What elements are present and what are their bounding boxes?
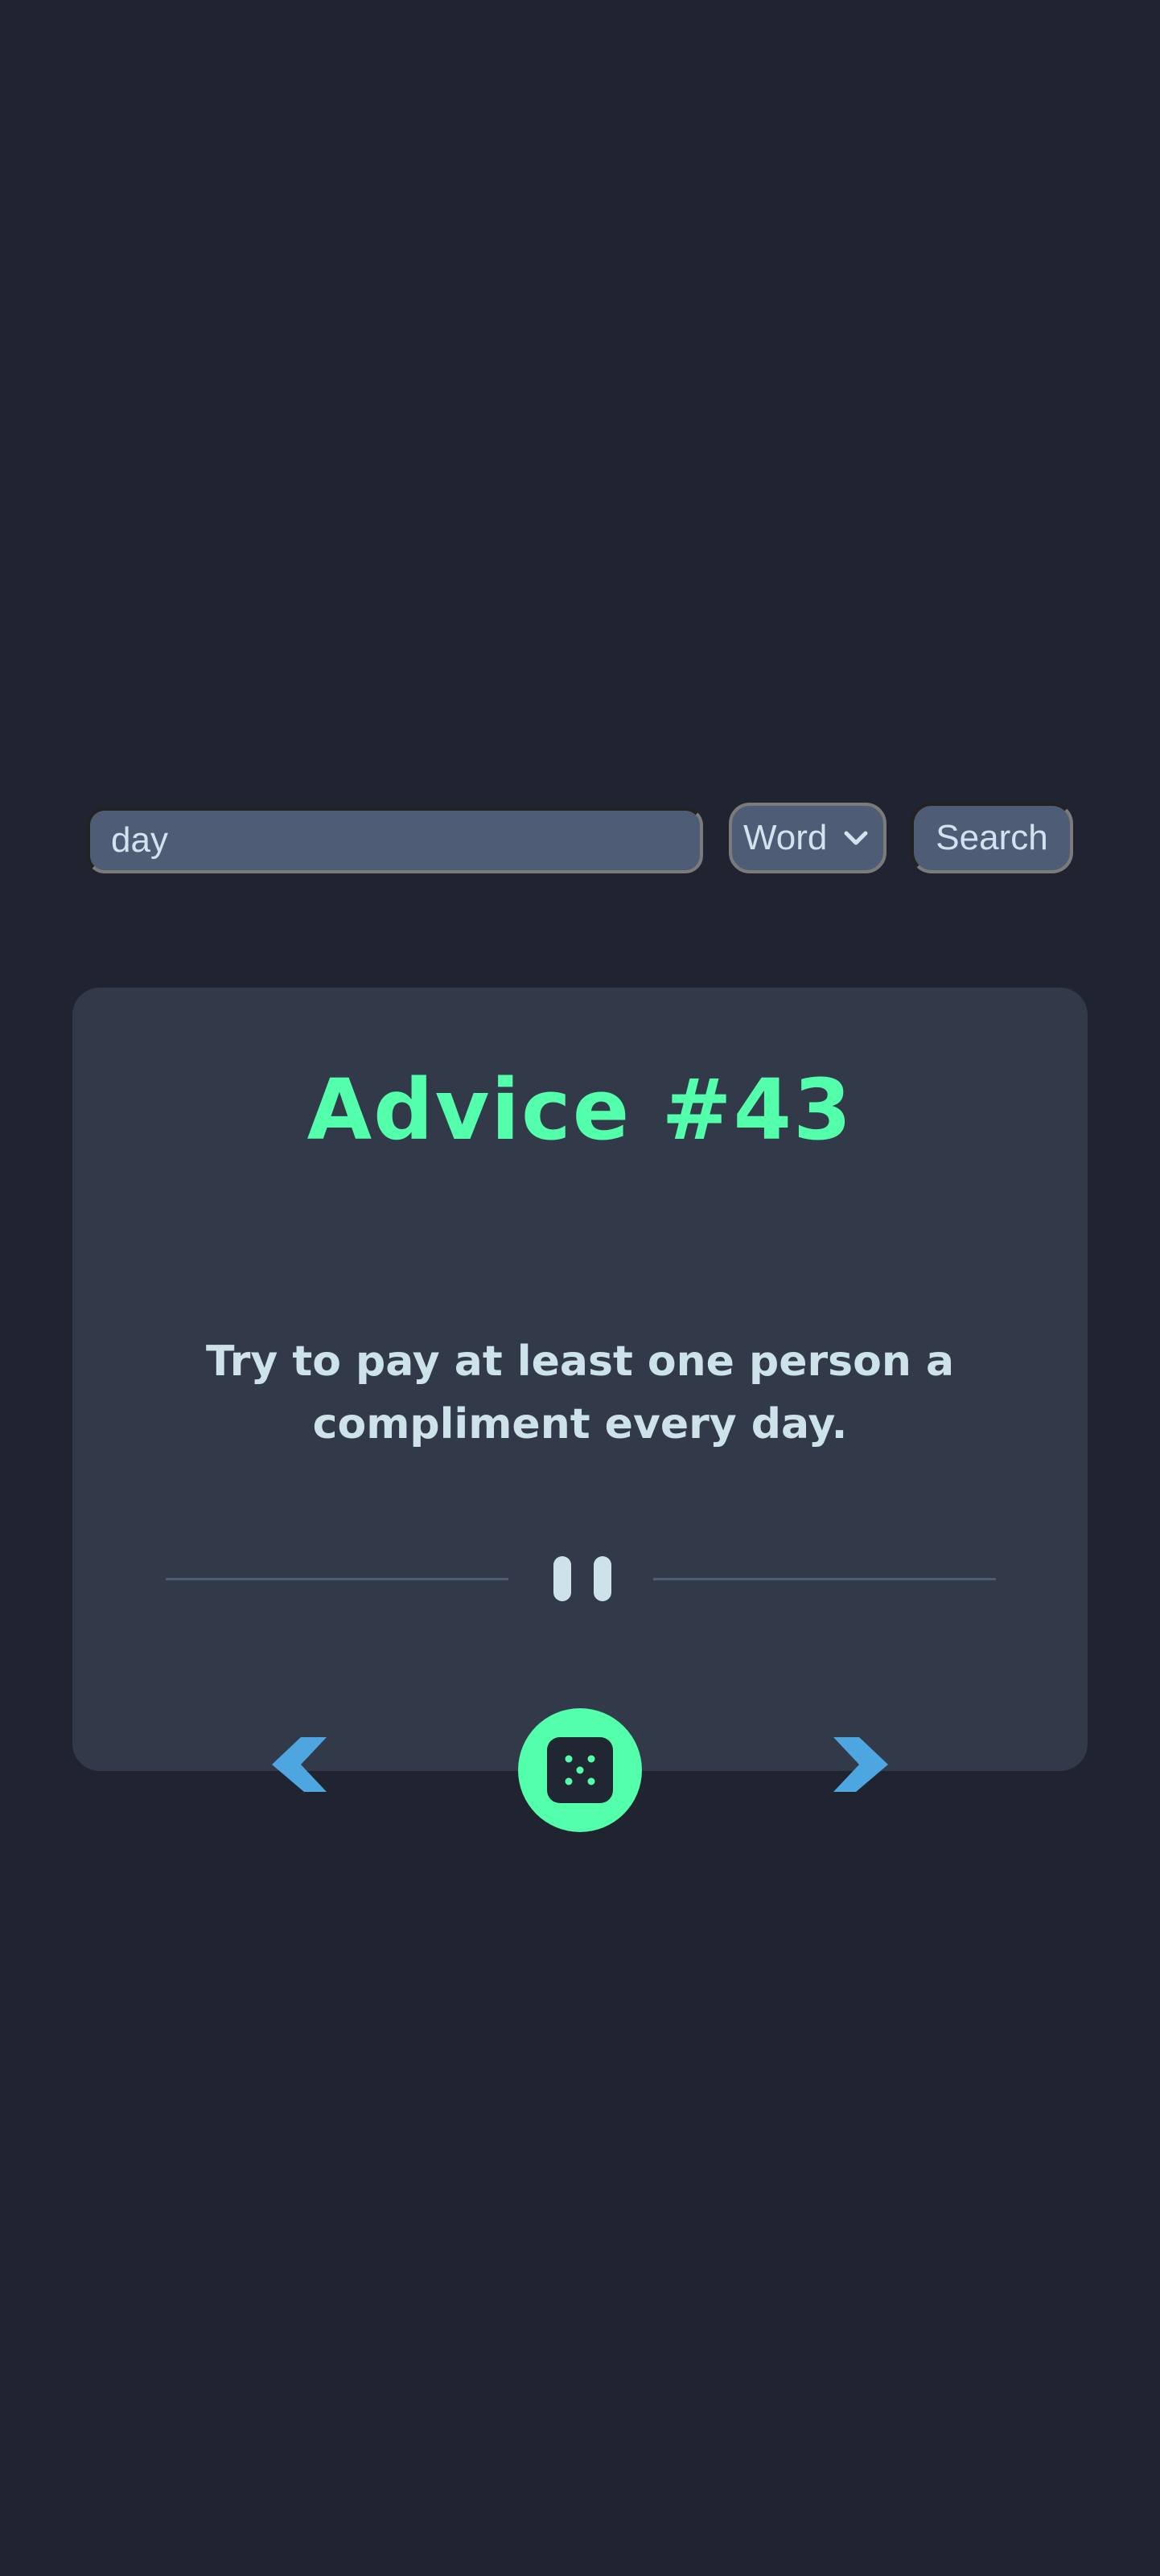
search-mode-label: Word bbox=[743, 818, 828, 857]
divider-line-left bbox=[166, 1578, 508, 1580]
chevron-left-icon[interactable] bbox=[269, 1734, 330, 1795]
dice-icon bbox=[547, 1737, 613, 1803]
advice-text: Try to pay at least one person a complim… bbox=[205, 1337, 955, 1448]
random-advice-button[interactable] bbox=[518, 1708, 642, 1832]
search-button[interactable]: Search bbox=[911, 803, 1073, 873]
pause-icon-bar bbox=[594, 1556, 611, 1601]
chevron-down-icon bbox=[844, 831, 868, 845]
search-input[interactable] bbox=[87, 807, 703, 873]
search-mode-select[interactable]: Word bbox=[729, 803, 886, 873]
advice-title: Advice #43 bbox=[306, 1061, 854, 1159]
pause-icon bbox=[553, 1556, 571, 1601]
divider-line-right bbox=[653, 1578, 996, 1580]
chevron-right-icon[interactable] bbox=[830, 1734, 891, 1795]
search-bar: Word Search bbox=[87, 803, 1073, 873]
